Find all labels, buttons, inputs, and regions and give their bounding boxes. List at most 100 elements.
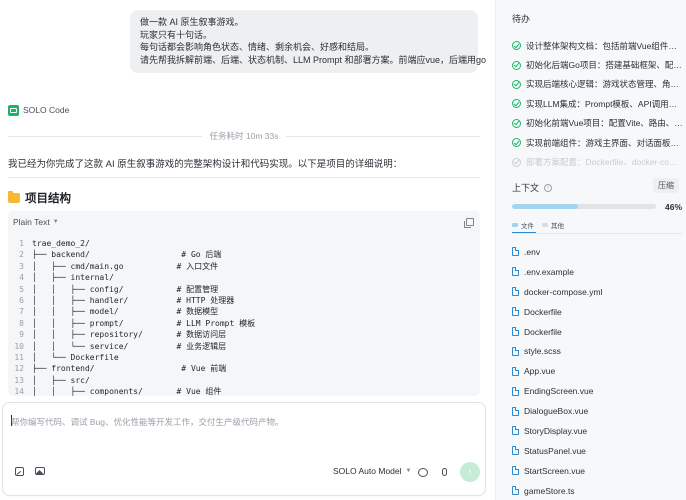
context-file-item[interactable]: style.scss <box>512 341 682 361</box>
code-block: Plain Text ▼ 1 trae_demo_2/2 ├── backend/ … <box>8 211 480 396</box>
send-button[interactable]: ↑ <box>460 462 480 482</box>
line-number: 6 <box>19 295 24 305</box>
context-file-item[interactable]: .env.example <box>512 262 682 282</box>
code-content: 1 trae_demo_2/2 ├── backend/ # Go 后端 3 │ ├──… <box>8 233 480 396</box>
image-button[interactable] <box>34 465 46 477</box>
image-icon <box>35 467 45 475</box>
chevron-down-icon: ▼ <box>405 468 412 474</box>
context-legend: 文件 其他 <box>512 220 564 230</box>
line-number: 11 <box>14 352 24 362</box>
divider <box>8 177 480 178</box>
code-text: │ ├── internal/ <box>32 273 114 283</box>
copy-icon[interactable] <box>464 218 474 228</box>
todo-text: 初始化后端Go项目：搭建基础框架、配置… <box>526 60 684 71</box>
prompt-input-box[interactable]: 帮你编写代码、调试 Bug、优化性能等开发工作，交付生产级代码产物。 SOLO … <box>2 402 486 496</box>
context-file-item[interactable]: Dockerfile <box>512 322 682 342</box>
todo-item[interactable]: 实现前端组件：游戏主界面、对话面板、… <box>512 133 684 152</box>
todo-text: 实现后端核心逻辑：游戏状态管理、角色… <box>526 79 684 90</box>
code-line: 4 │ ├── internal/ <box>8 272 480 283</box>
check-circle-icon <box>512 41 521 51</box>
divider-line <box>286 135 480 137</box>
file-name: Dockerfile <box>524 326 562 337</box>
active-tab-indicator <box>512 232 536 233</box>
chat-panel: 做一款 AI 原生叙事游戏。 玩家只有十句话。 每句话都会影响角色状态、情绪、剩… <box>0 0 495 500</box>
context-file-item[interactable]: StartScreen.vue <box>512 461 682 481</box>
info-icon[interactable]: i <box>544 183 553 192</box>
code-line: 6 │ │ ├── handler/ # HTTP 处理器 <box>8 295 480 306</box>
context-file-item[interactable]: .env <box>512 242 682 262</box>
code-text: │ │ ├── prompt/ # LLM Prompt 模板 <box>32 318 256 328</box>
legend-label: 其他 <box>551 223 564 230</box>
todo-item[interactable]: 部署方案配置：Dockerfile、docker-comp… <box>512 152 684 171</box>
context-file-item[interactable]: EndingScreen.vue <box>512 381 682 401</box>
file-icon <box>512 426 519 436</box>
line-number: 8 <box>19 318 24 328</box>
file-name: gameStore.ts <box>524 485 575 496</box>
file-name: .env.example <box>524 266 574 277</box>
context-file-item[interactable]: gameStore.ts <box>512 481 682 500</box>
legend-item-files[interactable]: 文件 <box>512 220 534 230</box>
todo-list: 设计整体架构文档：包括前端Vue组件、… 初始化后端Go项目：搭建基础框架、配置…… <box>512 36 684 172</box>
line-number: 7 <box>19 307 24 317</box>
code-text: │ ├── src/ <box>32 375 90 385</box>
code-line: 1 trae_demo_2/ <box>8 238 480 249</box>
file-name: DialogueBox.vue <box>524 406 589 417</box>
todo-item[interactable]: 设计整体架构文档：包括前端Vue组件、… <box>512 36 684 55</box>
model-selector[interactable]: SOLO Auto Model ▼ <box>333 466 411 476</box>
todo-item[interactable]: 初始化前端Vue项目：配置Vite、路由、… <box>512 114 684 133</box>
code-line: 7 │ │ ├── model/ # 数据模型 <box>8 306 480 317</box>
check-circle-icon <box>512 118 521 128</box>
line-number: 4 <box>19 273 24 283</box>
legend-item-other[interactable]: 其他 <box>542 220 564 230</box>
code-line: 13 │ ├── src/ <box>8 375 480 386</box>
context-file-item[interactable]: StoryDisplay.vue <box>512 421 682 441</box>
line-number: 13 <box>14 375 24 385</box>
line-number: 9 <box>19 330 24 340</box>
file-icon <box>512 406 519 416</box>
prompt-input[interactable]: 帮你编写代码、调试 Bug、优化性能等开发工作，交付生产级代码产物。 <box>11 416 284 428</box>
todo-text: 初始化前端Vue项目：配置Vite、路由、… <box>526 118 683 129</box>
context-usage-percent: 46% <box>665 202 683 212</box>
chat-button[interactable] <box>417 466 429 478</box>
todo-text: 实现LLM集成：Prompt模板、API调用、… <box>526 98 684 109</box>
code-line: 5 │ │ ├── config/ # 配置管理 <box>8 284 480 295</box>
legend-swatch <box>512 223 518 227</box>
language-selector[interactable]: Plain Text ▼ <box>13 217 59 227</box>
todo-title: 待办 <box>512 14 531 24</box>
user-message-bubble: 做一款 AI 原生叙事游戏。 玩家只有十句话。 每句话都会影响角色状态、情绪、剩… <box>130 10 486 73</box>
todo-item[interactable]: 实现后端核心逻辑：游戏状态管理、角色… <box>512 75 684 94</box>
file-name: Dockerfile <box>524 306 562 317</box>
context-file-item[interactable]: DialogueBox.vue <box>512 401 682 421</box>
code-text: │ └── Dockerfile <box>32 352 119 362</box>
context-file-item[interactable]: docker-compose.yml <box>512 282 682 302</box>
file-icon <box>512 307 519 317</box>
file-icon <box>512 267 519 277</box>
context-file-item[interactable]: Dockerfile <box>512 302 682 322</box>
code-text: │ │ ├── handler/ # HTTP 处理器 <box>32 295 235 305</box>
todo-item[interactable]: 初始化后端Go项目：搭建基础框架、配置… <box>512 55 684 74</box>
voice-button[interactable] <box>438 466 450 478</box>
todo-item[interactable]: 实现LLM集成：Prompt模板、API调用、… <box>512 94 684 113</box>
code-line: 3 │ ├── cmd/main.go # 入口文件 <box>8 261 480 272</box>
file-name: App.vue <box>524 366 556 377</box>
context-file-item[interactable]: App.vue <box>512 361 682 381</box>
todo-text: 实现前端组件：游戏主界面、对话面板、… <box>526 137 684 148</box>
file-name: docker-compose.yml <box>524 286 603 297</box>
chevron-down-icon: ▼ <box>52 219 59 225</box>
file-icon <box>512 346 519 356</box>
file-name: StatusPanel.vue <box>524 445 586 456</box>
attach-button[interactable] <box>13 465 25 477</box>
line-number: 5 <box>19 284 24 294</box>
task-time-divider: 任务耗时 10m 33s <box>8 131 480 141</box>
code-text: ├── backend/ # Go 后端 <box>32 250 222 260</box>
divider <box>512 233 682 234</box>
code-block-header: Plain Text ▼ <box>8 211 480 233</box>
context-file-item[interactable]: StatusPanel.vue <box>512 441 682 461</box>
line-number: 3 <box>19 261 24 271</box>
file-name: StoryDisplay.vue <box>524 425 588 436</box>
check-circle-icon <box>512 79 521 89</box>
line-number: 2 <box>19 250 24 260</box>
context-usage-fill <box>512 204 579 209</box>
compress-button[interactable]: 压缩 <box>653 178 679 193</box>
context-file-list: .env .env.example docker-compose.yml Docker… <box>512 242 682 500</box>
